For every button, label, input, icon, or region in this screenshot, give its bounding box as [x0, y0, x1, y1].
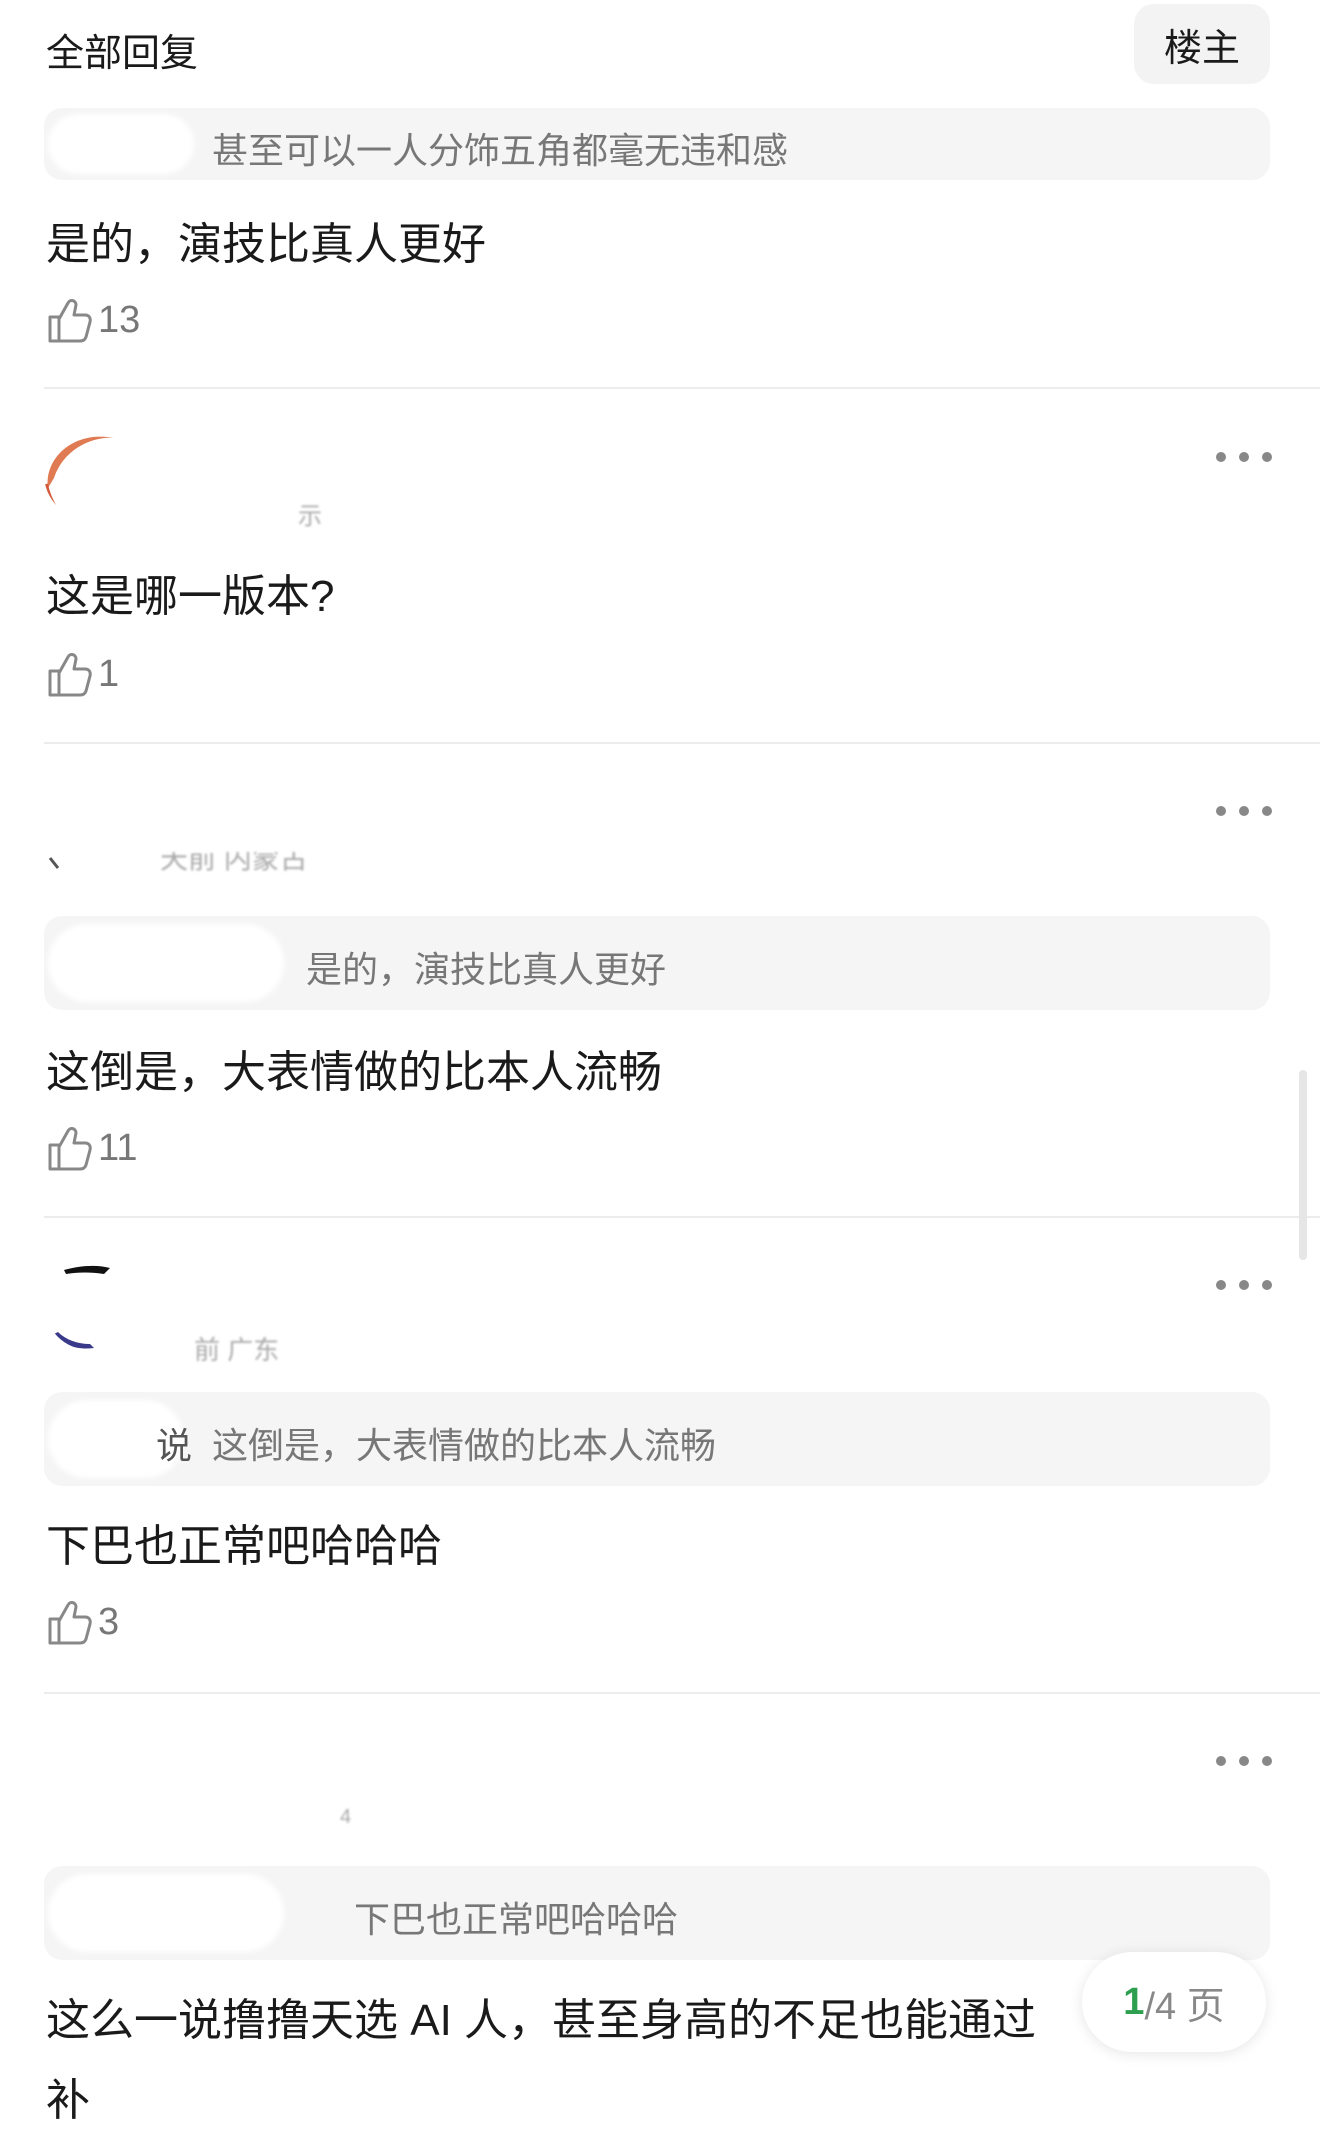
- quoted-text: 下巴也正常吧哈哈哈: [354, 1899, 679, 1940]
- more-options-button[interactable]: [1216, 1746, 1272, 1776]
- quoted-reply[interactable]: 下巴也正常吧哈哈哈: [44, 1866, 1270, 1960]
- thumbs-up-icon: [48, 299, 92, 343]
- current-page: 1: [1123, 1980, 1145, 2023]
- more-dot: [1239, 1756, 1249, 1766]
- reply-content: 这是哪一版本?: [46, 572, 335, 621]
- quoted-reply[interactable]: 甚至可以一人分饰五角都毫无违和感: [44, 108, 1270, 180]
- avatar-image: [48, 857, 60, 869]
- thumbs-up-icon: [48, 1127, 92, 1171]
- page-indicator[interactable]: 1 /4 页: [1082, 1952, 1266, 2052]
- more-dot: [1239, 1280, 1249, 1290]
- divider: [44, 742, 1320, 744]
- scrollbar[interactable]: [1299, 1070, 1307, 1260]
- avatar-image: [54, 1265, 110, 1349]
- more-dot: [1239, 806, 1249, 816]
- divider: [44, 1692, 1320, 1694]
- avatar[interactable]: [44, 1258, 136, 1350]
- like-count: 11: [98, 1126, 138, 1169]
- more-dot: [1262, 806, 1272, 816]
- user-meta: 天前 内蒙古: [160, 852, 308, 874]
- more-dot: [1216, 1756, 1226, 1766]
- quoted-text: 是的，演技比真人更好: [306, 949, 667, 990]
- total-pages: /4 页: [1144, 1985, 1225, 2028]
- thumbs-up-icon: [48, 1601, 92, 1645]
- like-count: 1: [98, 652, 120, 695]
- quoted-text: 这倒是，大表情做的比本人流畅: [212, 1425, 717, 1466]
- header-title: 全部回复: [46, 33, 199, 75]
- like-button[interactable]: 3: [46, 1594, 119, 1650]
- more-dot: [1262, 1756, 1272, 1766]
- avatar[interactable]: [44, 428, 136, 520]
- reply-content: 是的，演技比真人更好: [46, 220, 486, 269]
- quoted-reply[interactable]: 是的，演技比真人更好: [44, 916, 1270, 1010]
- more-dot: [1216, 806, 1226, 816]
- redacted-username: [48, 924, 284, 1002]
- more-dot: [1262, 452, 1272, 462]
- more-dot: [1239, 452, 1249, 462]
- reply-content-continued: 补: [46, 2076, 90, 2125]
- quoted-reply[interactable]: 说 这倒是，大表情做的比本人流畅: [44, 1392, 1270, 1486]
- more-dot: [1216, 1280, 1226, 1290]
- reply-content: 这么一说撸撸天选 AI 人，甚至身高的不足也能通过: [46, 1996, 1037, 2045]
- header: 全部回复 楼主: [0, 0, 1320, 96]
- more-dot: [1216, 452, 1226, 462]
- like-button[interactable]: 1: [46, 646, 119, 702]
- reply-content: 这倒是，大表情做的比本人流畅: [46, 1048, 662, 1097]
- avatar[interactable]: [44, 852, 136, 882]
- redacted-username: [48, 114, 194, 174]
- more-dot: [1262, 1280, 1272, 1290]
- divider: [44, 387, 1320, 389]
- thumbs-up-icon: [48, 653, 92, 697]
- owner-only-button[interactable]: 楼主: [1134, 4, 1270, 84]
- reply-content: 下巴也正常吧哈哈哈: [46, 1522, 442, 1571]
- more-options-button[interactable]: [1216, 442, 1272, 472]
- like-button[interactable]: 11: [46, 1120, 137, 1176]
- user-meta: 4: [340, 1806, 352, 1828]
- like-count: 13: [98, 298, 141, 341]
- user-meta: 前 广东: [194, 1335, 280, 1365]
- more-options-button[interactable]: [1216, 796, 1272, 826]
- quoted-username-fragment: 说: [156, 1425, 193, 1466]
- redacted-username: [48, 1874, 284, 1952]
- more-options-button[interactable]: [1216, 1270, 1272, 1300]
- quoted-text: 甚至可以一人分饰五角都毫无违和感: [212, 130, 789, 171]
- divider: [44, 1216, 1320, 1218]
- like-button[interactable]: 13: [46, 292, 140, 348]
- user-meta: 示: [298, 503, 322, 530]
- avatar-image: [44, 436, 114, 514]
- like-count: 3: [98, 1600, 120, 1643]
